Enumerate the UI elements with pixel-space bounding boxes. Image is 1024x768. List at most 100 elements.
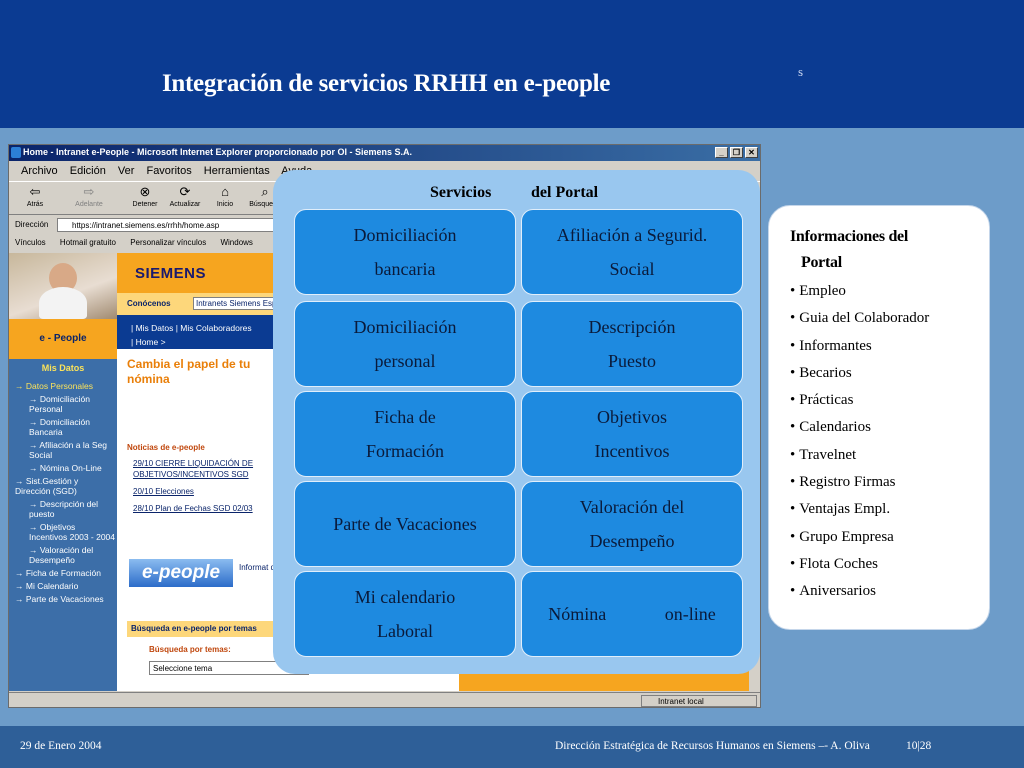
- service-button[interactable]: Ficha de Formación: [294, 391, 516, 477]
- service-label-line-2: Desempeño: [589, 531, 675, 551]
- service-label-line-2: personal: [374, 351, 436, 371]
- news-item[interactable]: 28/10 Plan de Fechas SGD 02/03: [133, 503, 283, 514]
- news-item[interactable]: 20/10 Elecciones: [133, 486, 283, 497]
- slide-header: Integración de servicios RRHH en e-peopl…: [0, 0, 1024, 128]
- info-item[interactable]: Becarios: [790, 360, 985, 387]
- services-panel: Servicios del Portal Domiciliación bancar…: [273, 170, 760, 674]
- search-topics-label: Búsqueda por temas:: [149, 645, 231, 654]
- siemens-logo[interactable]: SIEMENS: [135, 265, 206, 282]
- nav-item[interactable]: → Parte de Vacaciones: [15, 594, 115, 604]
- nav-item[interactable]: → Sist.Gestión y Dirección (SGD): [15, 476, 115, 496]
- nav-item[interactable]: → Domiciliación Bancaria: [15, 417, 115, 437]
- maximize-icon[interactable]: ❐: [730, 147, 743, 158]
- service-button[interactable]: Mi calendario Laboral: [294, 571, 516, 657]
- browser-titlebar: Home - Intranet e-People - Microsoft Int…: [9, 145, 760, 161]
- nav-item[interactable]: → Datos Personales: [15, 381, 115, 391]
- home-label: Inicio: [216, 201, 234, 208]
- home-button[interactable]: ⌂ Inicio: [207, 185, 243, 209]
- info-item[interactable]: Registro Firmas: [790, 469, 985, 496]
- info-panel: Informaciones del Portal EmpleoGuia del …: [768, 205, 990, 630]
- services-heading-part-2: del Portal: [531, 184, 599, 201]
- service-label-line-1: Nómina on-line: [548, 604, 716, 624]
- corner-mark: s: [798, 64, 804, 79]
- service-label-line-1: Domiciliación: [353, 317, 457, 337]
- services-heading-part-1: Servicios: [430, 184, 492, 201]
- forward-button[interactable]: ⇨ Adelante: [71, 184, 107, 209]
- address-input[interactable]: https://intranet.siemens.es/rrhh/home.as…: [57, 218, 297, 232]
- menu-archivo[interactable]: Archivo: [21, 165, 58, 177]
- info-item[interactable]: Travelnet: [790, 442, 985, 469]
- news-list: 29/10 CIERRE LIQUIDACIÓN DE OBJETIVOS/IN…: [133, 458, 283, 520]
- back-label: Atrás: [26, 201, 44, 208]
- slide-footer: 29 de Enero 2004 Dirección Estratégica d…: [0, 726, 1024, 768]
- back-button[interactable]: ⇦ Atrás: [17, 185, 53, 209]
- intranets-select[interactable]: Intranets Siemens Esp: [193, 297, 277, 310]
- service-label-line-2: Formación: [366, 441, 444, 461]
- info-item[interactable]: Calendarios: [790, 414, 985, 441]
- info-item[interactable]: Empleo: [790, 278, 985, 305]
- nav-item[interactable]: → Nómina On-Line: [15, 463, 115, 473]
- service-label-line-1: Parte de Vacaciones: [333, 514, 477, 534]
- info-item[interactable]: Prácticas: [790, 387, 985, 414]
- info-item[interactable]: Guia del Colaborador: [790, 305, 985, 332]
- status-bar: Intranet local: [9, 692, 760, 707]
- minimize-icon[interactable]: _: [715, 147, 728, 158]
- info-heading: Informaciones del Portal: [790, 224, 980, 276]
- nav-item[interactable]: → Ficha de Formación: [15, 568, 115, 578]
- eppl-brand: e - People: [9, 319, 117, 359]
- nav-item[interactable]: → Objetivos Incentivos 2003 - 2004: [15, 522, 115, 542]
- menu-herramientas[interactable]: Herramientas: [204, 165, 270, 177]
- slide-title: Integración de servicios RRHH en e-peopl…: [162, 70, 611, 97]
- nav-item[interactable]: → Afiliación a la Seg Social: [15, 440, 115, 460]
- search-section-title: Búsqueda en e-people por temas: [127, 621, 287, 637]
- link-windows[interactable]: Windows: [220, 238, 252, 247]
- close-icon[interactable]: ✕: [745, 147, 758, 158]
- info-item[interactable]: Flota Coches: [790, 551, 985, 578]
- footer-page-number: 10|28: [906, 740, 932, 752]
- nav-item[interactable]: → Mi Calendario: [15, 581, 115, 591]
- menu-edicion[interactable]: Edición: [70, 165, 106, 177]
- footer-date: 29 de Enero 2004: [20, 740, 102, 752]
- service-label-line-1: Mi calendario: [354, 587, 456, 607]
- service-label-line-1: Ficha de: [374, 407, 436, 427]
- info-item[interactable]: Informantes: [790, 333, 985, 360]
- nav-list: → Datos Personales → Domiciliación Person…: [15, 381, 115, 607]
- news-item[interactable]: 29/10 CIERRE LIQUIDACIÓN DE OBJETIVOS/IN…: [133, 458, 283, 480]
- eppl-logo[interactable]: e-people: [129, 559, 233, 587]
- menu-favoritos[interactable]: Favoritos: [146, 165, 191, 177]
- browser-title: Home - Intranet e-People - Microsoft Int…: [23, 147, 413, 157]
- service-button[interactable]: Objetivos Incentivos: [521, 391, 743, 477]
- header-photo: [9, 253, 117, 319]
- nav-item[interactable]: → Valoración del Desempeño: [15, 545, 115, 565]
- info-item[interactable]: Aniversarios: [790, 578, 985, 605]
- forward-arrow-icon: ⇨: [83, 184, 95, 199]
- address-label: Dirección: [15, 220, 49, 229]
- service-label-line-2: Social: [609, 259, 655, 279]
- search-icon: ⌕: [261, 184, 269, 199]
- news-title: Noticias de e-people: [127, 443, 205, 452]
- stop-label: Detener: [132, 201, 158, 208]
- nav-item[interactable]: → Descripción del puesto: [15, 499, 115, 519]
- link-hotmail[interactable]: Hotmail gratuito: [60, 238, 116, 247]
- service-label-line-2: Laboral: [377, 621, 433, 641]
- service-label-line-1: Afiliación a Segurid.: [556, 225, 708, 245]
- service-button[interactable]: Valoración del Desempeño: [521, 481, 743, 567]
- service-button[interactable]: Descripción Puesto: [521, 301, 743, 387]
- info-item[interactable]: Ventajas Empl.: [790, 496, 985, 523]
- service-button[interactable]: Domiciliación personal: [294, 301, 516, 387]
- menu-ver[interactable]: Ver: [118, 165, 135, 177]
- promo-banner[interactable]: Cambia el papel de tu nómina: [127, 357, 277, 421]
- conocenos-label: Conócenos: [127, 299, 171, 308]
- info-item[interactable]: Grupo Empresa: [790, 524, 985, 551]
- stop-button[interactable]: ⊗ Detener: [127, 185, 163, 209]
- status-zone: Intranet local: [641, 695, 757, 707]
- refresh-button[interactable]: ⟳ Actualizar: [167, 185, 203, 209]
- service-button[interactable]: Afiliación a Segurid. Social: [521, 209, 743, 295]
- service-label-line-2: bancaria: [374, 259, 436, 279]
- service-button[interactable]: Domiciliación bancaria: [294, 209, 516, 295]
- nav-item[interactable]: → Domiciliación Personal: [15, 394, 115, 414]
- service-button[interactable]: Parte de Vacaciones: [294, 481, 516, 567]
- info-heading-line-2: Portal: [801, 254, 842, 271]
- link-personalizar[interactable]: Personalizar vínculos: [130, 238, 206, 247]
- service-button[interactable]: Nómina on-line: [521, 571, 743, 657]
